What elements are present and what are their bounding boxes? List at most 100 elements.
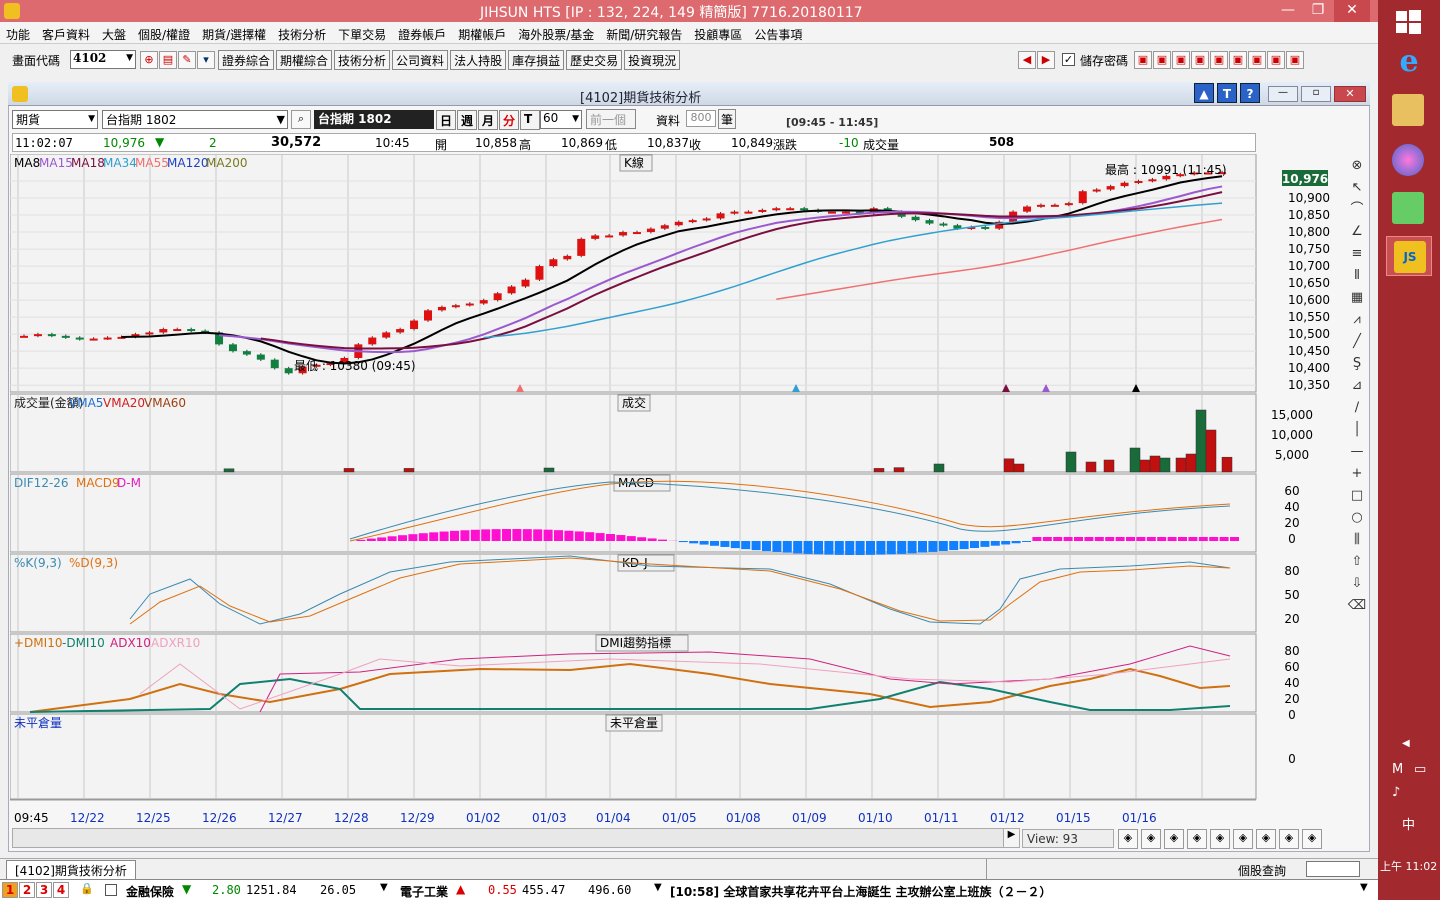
menu-item-0[interactable]: 功能 <box>6 26 30 43</box>
code-input[interactable]: 4102 ▼ <box>70 50 136 69</box>
menu-item-2[interactable]: 大盤 <box>102 26 126 43</box>
chart-area[interactable]: 10,900 10,850 10,800 10,750 10,700 10,650 10,6… <box>10 154 1346 826</box>
search-icon[interactable]: ◈ <box>1164 829 1184 849</box>
draw-tool-14-icon[interactable]: + <box>1347 464 1367 484</box>
draw-tool-12-icon[interactable]: │ <box>1347 420 1367 440</box>
antivirus-icon[interactable]: M <box>1392 762 1403 777</box>
shortcut-button-1[interactable]: 期權綜合 <box>276 50 333 70</box>
tab-4102[interactable]: [4102]期貨技術分析 <box>6 860 136 880</box>
jihsun-app-icon[interactable]: JS <box>1386 236 1432 276</box>
text-icon[interactable]: T <box>1217 83 1237 103</box>
chart-restore-button[interactable]: ▫ <box>1301 86 1331 102</box>
period-button-1[interactable]: 週 <box>457 110 477 130</box>
draw-tool-17-icon[interactable]: ⫼ <box>1347 530 1367 550</box>
period-button-3[interactable]: 分 <box>499 110 519 130</box>
chart-minimize-button[interactable]: — <box>1268 86 1298 102</box>
stock-query-input[interactable] <box>1306 861 1360 877</box>
search-icon[interactable]: ⊕ <box>140 51 158 69</box>
draw-tool-9-icon[interactable]: Ş <box>1347 354 1367 374</box>
tools-icon[interactable]: ▣ <box>1248 51 1266 69</box>
chart-icon[interactable]: ▣ <box>1191 51 1209 69</box>
menu-item-12[interactable]: 公告事項 <box>754 26 802 43</box>
menu-item-10[interactable]: 新聞/研究報告 <box>606 26 682 43</box>
print-icon[interactable]: ▣ <box>1286 51 1304 69</box>
dropdown-icon[interactable]: ▼ <box>1360 882 1368 893</box>
menu-item-1[interactable]: 客戶資料 <box>42 26 90 43</box>
ime-indicator[interactable]: 中 <box>1402 814 1415 833</box>
help-icon[interactable]: ? <box>1240 83 1260 103</box>
save-password-checkbox[interactable]: ✓ <box>1062 53 1075 66</box>
sticky-notes-icon[interactable] <box>1392 192 1424 224</box>
draw-tool-15-icon[interactable]: □ <box>1347 486 1367 506</box>
refresh-icon[interactable]: ◈ <box>1187 829 1207 849</box>
page-button-1[interactable]: 1 <box>2 882 18 898</box>
draw-tool-5-icon[interactable]: ⫴ <box>1347 266 1367 286</box>
dropdown-icon[interactable]: ▼ <box>654 882 662 893</box>
interval-select[interactable]: 60 ▼ <box>540 110 582 129</box>
unit-button[interactable]: 筆 <box>718 109 736 129</box>
shortcut-button-0[interactable]: 證券綜合 <box>218 50 275 70</box>
period-button-4[interactable]: T <box>520 110 540 130</box>
list-icon[interactable]: ▣ <box>1172 51 1190 69</box>
shortcut-button-6[interactable]: 歷史交易 <box>566 50 623 70</box>
settings-icon[interactable]: ◈ <box>1302 829 1322 849</box>
ie-icon[interactable]: e <box>1390 44 1428 80</box>
zoom-in-icon[interactable]: ◈ <box>1118 829 1138 849</box>
forward-icon[interactable]: ▶ <box>1037 51 1055 69</box>
draw-tool-20-icon[interactable]: ⌫ <box>1347 596 1367 616</box>
period-button-0[interactable]: 日 <box>436 110 456 130</box>
menu-item-9[interactable]: 海外股票/基金 <box>518 26 594 43</box>
draw-tool-18-icon[interactable]: ⇧ <box>1347 552 1367 572</box>
up-icon[interactable]: ▲ <box>1194 83 1214 103</box>
draw-tool-8-icon[interactable]: ╱ <box>1347 332 1367 352</box>
menu-item-5[interactable]: 技術分析 <box>278 26 326 43</box>
page-button-4[interactable]: 4 <box>53 882 69 898</box>
search-icon[interactable]: ⌕ <box>291 110 311 129</box>
page-button-2[interactable]: 2 <box>19 882 35 898</box>
draw-tool-11-icon[interactable]: ∕ <box>1347 398 1367 418</box>
draw-tool-0-icon[interactable]: ⊗ <box>1347 156 1367 176</box>
paint-icon[interactable] <box>1392 144 1424 176</box>
pen-icon[interactable]: ▣ <box>1134 51 1152 69</box>
prev-button[interactable]: 前一個 <box>586 109 636 129</box>
draw-tool-16-icon[interactable]: ○ <box>1347 508 1367 528</box>
draw-tool-6-icon[interactable]: ▦ <box>1347 288 1367 308</box>
scroll-right-icon[interactable]: ▶ <box>1003 829 1019 847</box>
zoom-out-icon[interactable]: ◈ <box>1141 829 1161 849</box>
chart-close-button[interactable]: ✕ <box>1334 86 1366 102</box>
folder-icon[interactable] <box>1392 94 1424 126</box>
edit-icon[interactable]: ✎ <box>178 51 196 69</box>
menu-item-11[interactable]: 投顧專區 <box>694 26 742 43</box>
dropdown-icon[interactable]: ▼ <box>380 882 388 893</box>
period-button-2[interactable]: 月 <box>478 110 498 130</box>
volume-icon[interactable]: ♪ <box>1392 785 1400 800</box>
shortcut-button-3[interactable]: 公司資料 <box>392 50 449 70</box>
draw-tool-13-icon[interactable]: — <box>1347 442 1367 462</box>
shortcut-button-5[interactable]: 庫存損益 <box>508 50 565 70</box>
menu-item-3[interactable]: 個股/權證 <box>138 26 190 43</box>
calc-icon[interactable]: ▣ <box>1267 51 1285 69</box>
shortcut-button-7[interactable]: 投資現況 <box>624 50 681 70</box>
folder-icon[interactable]: ▤ <box>159 51 177 69</box>
windows-start-icon[interactable] <box>1394 8 1422 36</box>
symbol-select[interactable]: 台指期 1802 ▼ <box>102 110 288 129</box>
menu-item-6[interactable]: 下單交易 <box>338 26 386 43</box>
draw-tool-3-icon[interactable]: ∠ <box>1347 222 1367 242</box>
draw-tool-1-icon[interactable]: ↖ <box>1347 178 1367 198</box>
window-icon[interactable]: ◈ <box>1256 829 1276 849</box>
back-icon[interactable]: ◀ <box>1018 51 1036 69</box>
news-headline[interactable]: [10:58] 全球首家共享花卉平台上海誕生 主攻辦公室上班族（２－２） <box>670 883 1052 900</box>
draw-tool-4-icon[interactable]: ≡ <box>1347 244 1367 264</box>
grid-icon[interactable]: ▣ <box>1229 51 1247 69</box>
data-count-input[interactable]: 800 <box>686 110 716 127</box>
menu-item-7[interactable]: 證券帳戶 <box>398 26 446 43</box>
draw-tool-10-icon[interactable]: ⊿ <box>1347 376 1367 396</box>
draw-tool-2-icon[interactable]: ⌒ <box>1347 200 1367 220</box>
shortcut-button-4[interactable]: 法人持股 <box>450 50 507 70</box>
clock[interactable]: 上午 11:02 <box>1380 858 1437 874</box>
text-icon[interactable]: ▣ <box>1210 51 1228 69</box>
lock-icon[interactable]: 🔒 <box>80 882 94 895</box>
draw-tool-19-icon[interactable]: ⇩ <box>1347 574 1367 594</box>
page-button-3[interactable]: 3 <box>36 882 52 898</box>
horizontal-scrollbar[interactable]: ▶ <box>12 828 1020 848</box>
